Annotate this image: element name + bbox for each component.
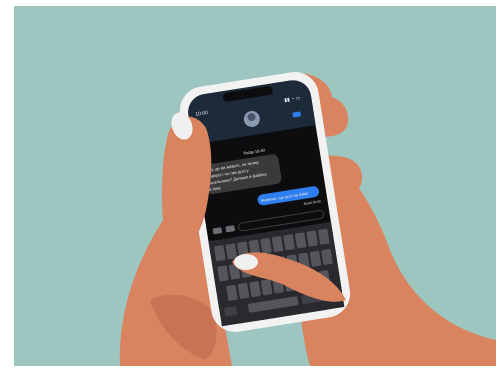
- thumbnail: [234, 254, 258, 270]
- emoji-key[interactable]: [224, 306, 238, 317]
- illustration: 10:00 ▮▮ ◔ ▭ Today 10:40 Ану, де ви живе…: [14, 6, 496, 366]
